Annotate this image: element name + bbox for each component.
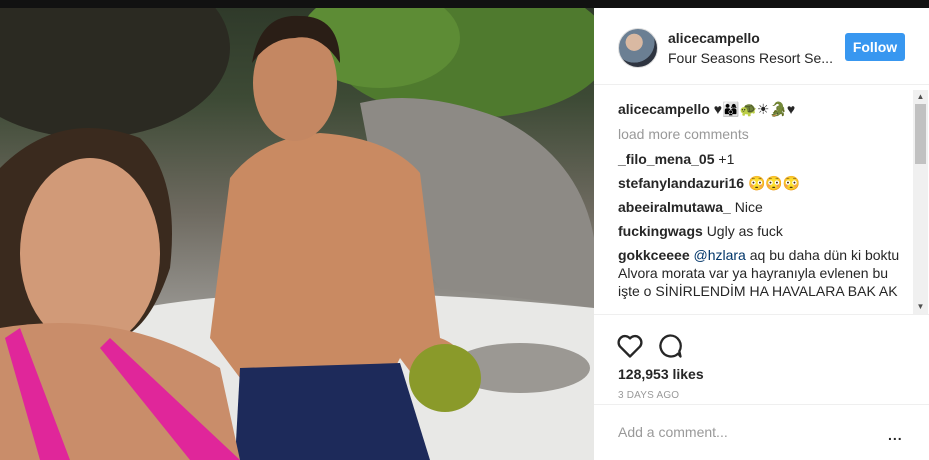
comment-text: +1 bbox=[718, 151, 735, 167]
heart-icon[interactable] bbox=[616, 332, 644, 360]
comment-username[interactable]: abeeiralmutawa_ bbox=[618, 199, 731, 215]
follow-button[interactable]: Follow bbox=[845, 33, 905, 61]
scrollbar-thumb[interactable] bbox=[915, 104, 926, 164]
comment-username[interactable]: fuckingwags bbox=[618, 223, 703, 239]
add-comment-bar: Add a comment... ... bbox=[594, 404, 929, 460]
comments-scrollbar[interactable]: ▲ ▼ bbox=[913, 90, 928, 314]
comment-icon[interactable] bbox=[656, 332, 684, 360]
comment-text: ♥👨‍👩‍👦🐢☀🐊♥ bbox=[713, 101, 796, 117]
comment-mention[interactable]: @hzlara bbox=[694, 247, 746, 263]
comment-list: alicecampello ♥👨‍👩‍👦🐢☀🐊♥ load more comme… bbox=[594, 90, 929, 314]
comment-item: abeeiralmutawa_ Nice bbox=[618, 198, 904, 216]
comment-username[interactable]: alicecampello bbox=[618, 101, 710, 117]
comment-item: fuckingwags Ugly as fuck bbox=[618, 222, 904, 240]
post-header: alicecampello Four Seasons Resort Se... … bbox=[594, 8, 929, 85]
post-photo[interactable] bbox=[0, 8, 594, 460]
post-date[interactable]: 3 DAYS AGO bbox=[618, 390, 679, 401]
comment-username[interactable]: gokkceeee bbox=[618, 247, 690, 263]
comment-text: Nice bbox=[734, 199, 763, 215]
post-location[interactable]: Four Seasons Resort Se... bbox=[668, 50, 833, 66]
comment-item: gokkceeee @hzlara aq bu daha dün ki bokt… bbox=[618, 246, 904, 300]
post-sidebar: alicecampello Four Seasons Resort Se... … bbox=[594, 8, 929, 460]
comment-text: Ugly as fuck bbox=[706, 223, 783, 239]
comment-item: _filo_mena_05 +1 bbox=[618, 150, 904, 168]
caption: alicecampello ♥👨‍👩‍👦🐢☀🐊♥ bbox=[618, 100, 904, 118]
more-options-icon[interactable]: ... bbox=[888, 427, 903, 443]
add-comment-input[interactable]: Add a comment... bbox=[618, 424, 728, 440]
post-username[interactable]: alicecampello bbox=[668, 30, 760, 46]
comment-item: stefanylandazuri16 😳😳😳 bbox=[618, 174, 904, 192]
top-strip bbox=[0, 0, 929, 8]
avatar[interactable] bbox=[618, 28, 658, 68]
scroll-up-arrow-icon[interactable]: ▲ bbox=[913, 90, 928, 104]
post-actions: 128,953 likes 3 DAYS AGO bbox=[594, 314, 929, 404]
load-more-comments-link[interactable]: load more comments bbox=[618, 126, 749, 142]
comment-text: 😳😳😳 bbox=[747, 175, 801, 191]
comment-username[interactable]: _filo_mena_05 bbox=[618, 151, 715, 167]
scroll-down-arrow-icon[interactable]: ▼ bbox=[913, 300, 928, 314]
comment-username[interactable]: stefanylandazuri16 bbox=[618, 175, 744, 191]
likes-count[interactable]: 128,953 likes bbox=[618, 366, 704, 382]
photo-illustration bbox=[0, 8, 594, 460]
